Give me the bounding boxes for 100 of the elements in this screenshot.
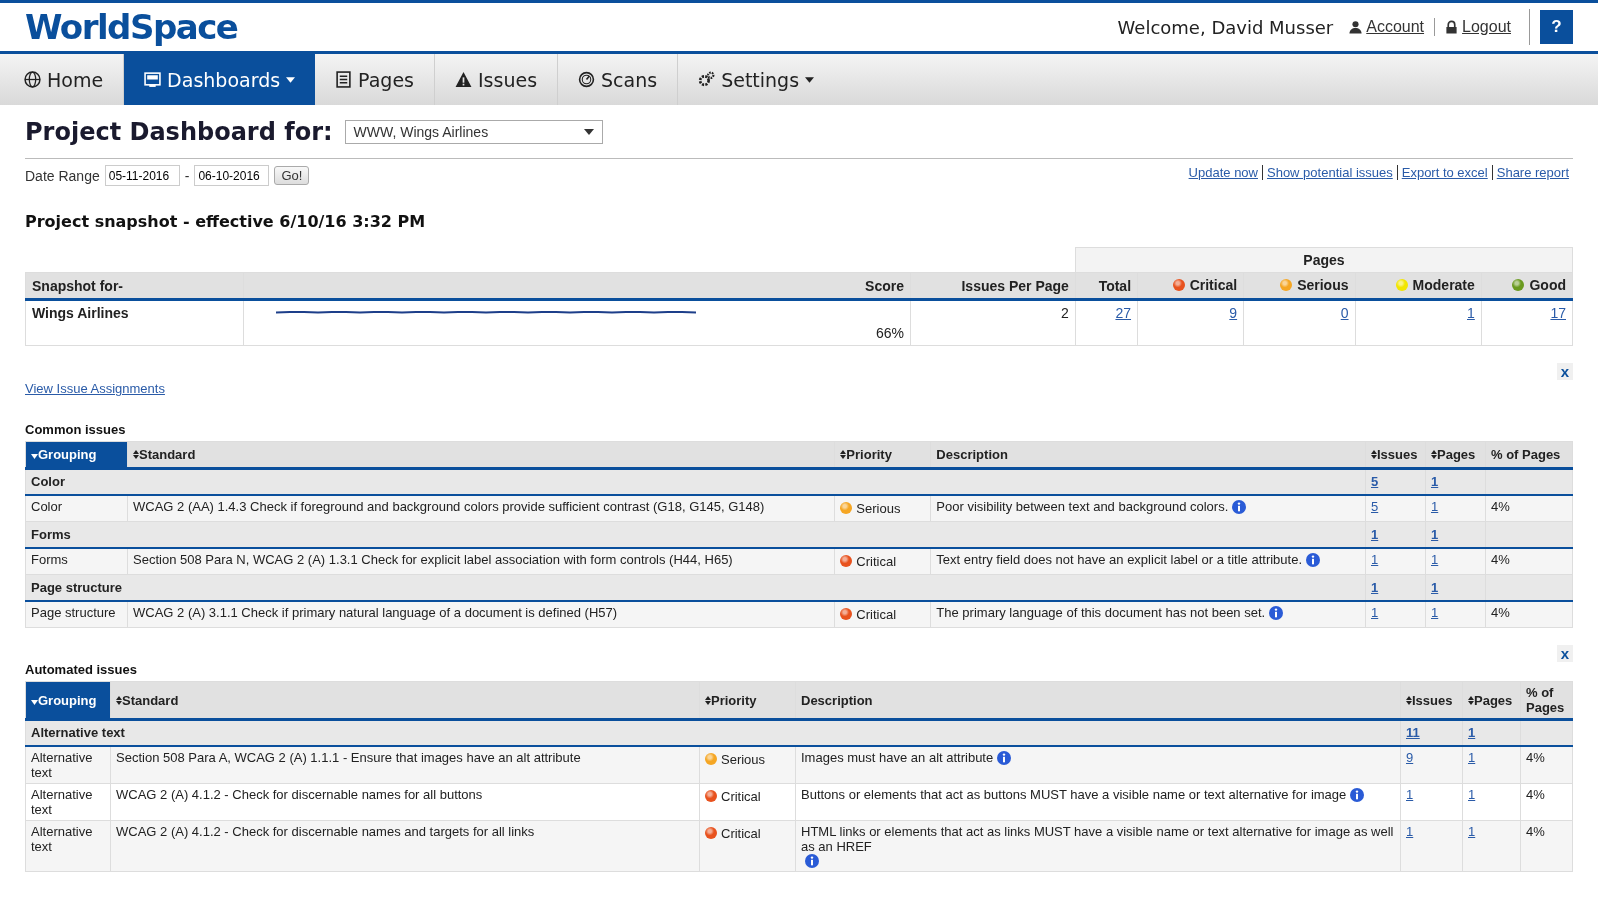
sortable-column-header[interactable]: Pages [1425,441,1486,469]
table-cell: 4% [1485,600,1573,628]
count-link[interactable]: 5 [1371,474,1379,490]
action-link[interactable]: Show potential issues [1262,165,1397,180]
count-link[interactable]: 1 [1431,498,1439,514]
count-link[interactable]: 1 [1468,725,1476,741]
description-text: The primary language of this document has not been set. [936,604,1266,620]
sortable-column-header[interactable]: Grouping [25,441,128,469]
priority-label: Critical [856,553,897,569]
priority-label: Serious [856,500,901,516]
table-cell: 4% [1520,783,1573,820]
table-cell: 2 [910,299,1076,346]
caret-icon [583,128,594,135]
header-link[interactable]: Logout [1434,18,1521,36]
action-link[interactable]: Export to excel [1396,165,1492,180]
count-link[interactable]: 1 [1431,551,1439,567]
count-link[interactable]: 1 [1371,579,1379,595]
count-link[interactable]: 17 [1550,305,1566,321]
column-header: Critical [1189,277,1238,293]
column-header: Good [1529,277,1566,293]
count-link[interactable]: 1 [1371,551,1379,567]
column-header: Description [795,681,1401,720]
count-link[interactable]: 1 [1467,305,1475,321]
nav-tab[interactable]: Pages [315,54,435,105]
sortable-column-header[interactable]: Issues [1400,681,1463,720]
info-icon [1269,605,1284,620]
column-header: Score [243,272,911,300]
sortable-column-header[interactable]: Standard [127,441,835,469]
sortable-column-header[interactable]: Issues [1365,441,1426,469]
table-cell: 4% [1485,547,1573,575]
date-field[interactable]: 06-10-2016 [194,165,270,186]
group-name: Color [25,468,1366,495]
sortable-column-header[interactable]: Priority [834,441,931,469]
description-text: Buttons or elements that act as buttons MUST have a visible name or text alternative for image [801,786,1347,802]
close-button[interactable]: x [1556,363,1573,380]
priority-label: Critical [721,788,761,804]
table-cell: Wings Airlines [25,299,244,346]
date-range-label: Date Range [25,167,100,184]
section-title: Automated issues [25,662,138,677]
section-title: Project snapshot - effective 6/10/16 3:32 PM [25,212,427,231]
count-link[interactable]: 1 [1431,526,1439,542]
nav-tab[interactable]: Settings [678,54,835,105]
sortable-column-header[interactable]: Priority [699,681,796,720]
description-text: Poor visibility between text and background colors. [936,498,1229,514]
nav-tab[interactable]: Scans [558,54,679,105]
project-dropdown[interactable]: WWW, Wings Airlines [344,119,603,144]
count-link[interactable]: 9 [1229,305,1238,321]
warning-icon [455,71,472,88]
column-header: % of Pages [1520,681,1573,720]
count-link[interactable]: 1 [1431,579,1439,595]
section-title: Common issues [25,422,127,437]
count-link[interactable]: 27 [1115,305,1132,321]
count-link[interactable]: 1 [1468,749,1476,765]
assignments-link[interactable]: View Issue Assignments [25,381,165,396]
priority-label: Critical [721,825,761,841]
column-header: Description [930,441,1366,469]
count-link[interactable]: 0 [1340,305,1349,321]
count-link[interactable]: 9 [1406,749,1414,765]
nav-tab[interactable]: Dashboards [124,54,316,105]
column-group-header: Pages [1075,247,1573,273]
count-link[interactable]: 1 [1371,604,1379,620]
info-icon [997,750,1012,765]
count-link[interactable]: 1 [1406,823,1414,839]
table-cell: Page structure [25,600,128,628]
count-link[interactable]: 1 [1371,526,1379,542]
sortable-column-header[interactable]: Grouping [25,681,111,720]
close-button[interactable]: x [1556,645,1573,662]
welcome-text: Welcome, David Musser [1117,16,1334,38]
date-field[interactable]: 05-11-2016 [104,165,180,186]
count-link[interactable]: 11 [1406,725,1420,741]
go-button[interactable]: Go! [274,166,310,185]
help-button[interactable]: ? [1540,10,1573,44]
info-icon [1232,499,1247,514]
info-icon [1350,787,1365,802]
sortable-column-header[interactable]: Pages [1462,681,1521,720]
count-link[interactable]: 1 [1468,823,1476,839]
table-cell: WCAG 2 (A) 4.1.2 - Check for discernable names for all buttons [110,783,700,820]
count-link[interactable]: 1 [1406,786,1414,802]
priority-label: Critical [856,606,897,622]
count-link[interactable]: 1 [1468,786,1476,802]
logo[interactable]: WorldSpace [25,7,238,47]
sortable-column-header[interactable]: Standard [110,681,700,720]
count-link[interactable]: 1 [1431,474,1439,490]
nav-tab[interactable]: Issues [435,54,559,105]
group-name: Forms [25,521,1366,548]
globe-icon [24,71,41,88]
action-link[interactable]: Update now [1184,165,1262,180]
lock-icon [1445,20,1459,34]
gauge-icon [578,71,596,88]
count-link[interactable]: 1 [1431,604,1439,620]
page-title: Project Dashboard for: [25,117,333,146]
description-text: Images must have an alt attribute [801,749,994,765]
group-name: Page structure [25,574,1366,601]
header-link[interactable]: Account [1347,18,1435,36]
table-cell: Alternative text [25,783,111,820]
table-cell: 4% [1485,494,1573,522]
info-icon [805,853,819,868]
count-link[interactable]: 5 [1371,498,1379,514]
table-cell: 4% [1520,745,1573,783]
action-link[interactable]: Share report [1491,165,1573,180]
